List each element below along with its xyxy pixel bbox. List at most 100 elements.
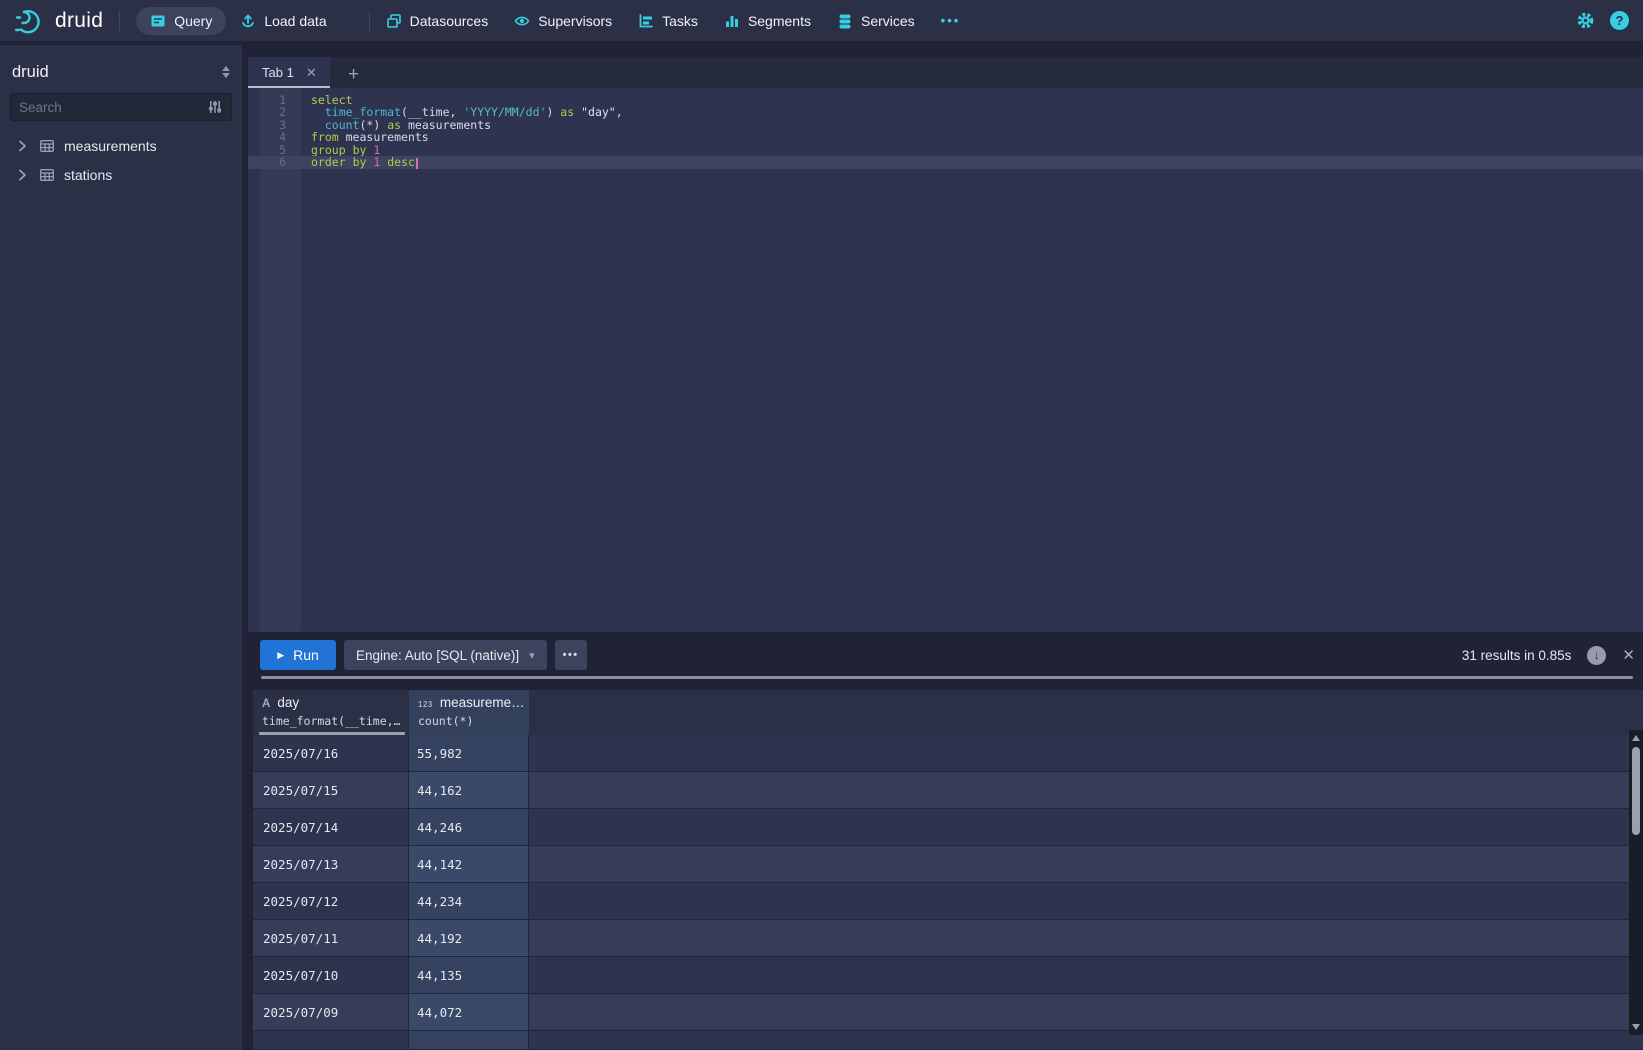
- scrollbar-thumb[interactable]: [1632, 747, 1640, 835]
- sidebar-item-measurements[interactable]: measurements: [0, 131, 242, 160]
- search-input[interactable]: [11, 100, 207, 115]
- line-number: 6: [260, 156, 286, 169]
- cell-filler: [529, 920, 1643, 957]
- table-row: 2025/07/0944,072: [253, 994, 1643, 1031]
- nav-item-tasks[interactable]: Tasks: [638, 13, 698, 29]
- cell-day: [253, 1031, 409, 1050]
- cell-filler: [529, 846, 1643, 883]
- cell-measurements[interactable]: 44,142: [409, 846, 529, 883]
- chevron-down-icon: ▾: [529, 649, 535, 662]
- schema-title: druid: [12, 63, 220, 82]
- scroll-down-icon[interactable]: [1632, 1024, 1640, 1030]
- engine-select-button[interactable]: Engine: Auto [SQL (native)] ▾: [344, 640, 547, 670]
- nav-item-label: Load data: [264, 13, 326, 29]
- cell-measurements: [409, 1031, 529, 1050]
- column-expression: time_format(__time,…: [262, 714, 400, 728]
- sort-vertical-icon[interactable]: [220, 64, 232, 80]
- settings-gear-icon[interactable]: [1576, 11, 1595, 30]
- editor-line[interactable]: 5group by 1: [248, 144, 1643, 157]
- text-cursor: [416, 158, 418, 169]
- number-type-icon: 123: [418, 700, 433, 709]
- splitter-handle[interactable]: [261, 676, 1633, 679]
- cell-filler: [529, 883, 1643, 920]
- cell-measurements[interactable]: 44,192: [409, 920, 529, 957]
- nav-divider: [369, 11, 370, 31]
- brand-name: druid: [55, 9, 103, 33]
- help-icon[interactable]: ?: [1610, 11, 1629, 30]
- cell-measurements[interactable]: 44,246: [409, 809, 529, 846]
- cell-day[interactable]: 2025/07/16: [253, 735, 409, 772]
- table-icon: [39, 167, 55, 183]
- sort-indicator: [259, 732, 405, 735]
- cell-filler: [529, 957, 1643, 994]
- cell-measurements[interactable]: 44,162: [409, 772, 529, 809]
- run-bar: ▶ Run Engine: Auto [SQL (native)] ▾ ••• …: [248, 632, 1643, 678]
- nav-item-supervisors[interactable]: Supervisors: [514, 13, 612, 29]
- column-name: measureme…: [440, 695, 525, 710]
- editor-gutter: [260, 88, 301, 632]
- cell-day[interactable]: 2025/07/14: [253, 809, 409, 846]
- run-button-label: Run: [293, 647, 319, 663]
- brand[interactable]: druid: [14, 5, 103, 37]
- results-table: A day time_format(__time,… 123 measureme…: [253, 690, 1643, 1050]
- bar-chart-icon: [724, 13, 740, 29]
- nav-item-label: Segments: [748, 13, 811, 29]
- sidebar: druid me: [0, 45, 242, 1050]
- chevron-right-icon[interactable]: [14, 167, 30, 183]
- sql-editor[interactable]: 1select2 time_format(__time, 'YYYY/MM/dd…: [248, 88, 1643, 632]
- scroll-up-icon[interactable]: [1632, 735, 1640, 741]
- header-filler: [529, 690, 1643, 735]
- cell-measurements[interactable]: 44,234: [409, 883, 529, 920]
- column-header-measurements[interactable]: 123 measureme… count(*): [409, 690, 529, 735]
- nav-item-label: Services: [861, 13, 915, 29]
- table-row: 2025/07/1544,162: [253, 772, 1643, 809]
- cell-day[interactable]: 2025/07/11: [253, 920, 409, 957]
- cell-day[interactable]: 2025/07/15: [253, 772, 409, 809]
- filter-sliders-icon[interactable]: [207, 99, 223, 115]
- cell-measurements[interactable]: 44,135: [409, 957, 529, 994]
- editor-line[interactable]: 6 order by 1 desc: [248, 156, 1643, 169]
- query-icon: [150, 13, 166, 29]
- cell-measurements[interactable]: 44,072: [409, 994, 529, 1031]
- table-row: 2025/07/1344,142: [253, 846, 1643, 883]
- nav-more-button[interactable]: •••: [941, 13, 961, 28]
- table-row: 2025/07/1444,246: [253, 809, 1643, 846]
- cell-filler: [529, 735, 1643, 772]
- close-tab-icon[interactable]: ✕: [306, 65, 317, 81]
- nav-item-label: Datasources: [410, 13, 489, 29]
- cell-day[interactable]: 2025/07/10: [253, 957, 409, 994]
- datasources-icon: [386, 13, 402, 29]
- run-button[interactable]: ▶ Run: [260, 640, 336, 670]
- query-more-button[interactable]: •••: [555, 640, 587, 670]
- editor-line[interactable]: 3 count(*) as measurements: [248, 119, 1643, 132]
- column-header-day[interactable]: A day time_format(__time,…: [253, 690, 409, 735]
- editor-line[interactable]: 4from measurements: [248, 131, 1643, 144]
- cell-day[interactable]: 2025/07/12: [253, 883, 409, 920]
- nav-item-label: Query: [174, 13, 212, 29]
- nav-item-segments[interactable]: Segments: [724, 13, 811, 29]
- upload-icon: [240, 13, 256, 29]
- download-icon[interactable]: ↓: [1587, 646, 1606, 665]
- database-icon: [837, 13, 853, 29]
- cell-measurements[interactable]: 55,982: [409, 735, 529, 772]
- cell-day[interactable]: 2025/07/13: [253, 846, 409, 883]
- table-row: 2025/07/1144,192: [253, 920, 1643, 957]
- tab-1[interactable]: Tab 1 ✕: [248, 57, 330, 88]
- cell-day[interactable]: 2025/07/09: [253, 994, 409, 1031]
- sidebar-item-stations[interactable]: stations: [0, 160, 242, 189]
- chevron-right-icon[interactable]: [14, 138, 30, 154]
- table-name-label: measurements: [64, 138, 157, 154]
- nav-item-label: Tasks: [662, 13, 698, 29]
- nav-item-query[interactable]: Query: [136, 7, 226, 35]
- druid-logo-icon: [14, 5, 46, 37]
- add-tab-button[interactable]: +: [348, 65, 359, 84]
- results-header: A day time_format(__time,… 123 measureme…: [253, 690, 1643, 735]
- nav-item-load-data[interactable]: Load data: [240, 13, 326, 29]
- vertical-scrollbar[interactable]: [1629, 730, 1643, 1035]
- tab-label: Tab 1: [262, 65, 294, 80]
- nav-item-services[interactable]: Services: [837, 13, 915, 29]
- nav-item-datasources[interactable]: Datasources: [386, 13, 489, 29]
- results-body: 2025/07/1655,9822025/07/1544,1622025/07/…: [253, 735, 1643, 1050]
- code-text: order by 1 desc: [311, 156, 418, 169]
- close-results-icon[interactable]: ✕: [1622, 646, 1635, 664]
